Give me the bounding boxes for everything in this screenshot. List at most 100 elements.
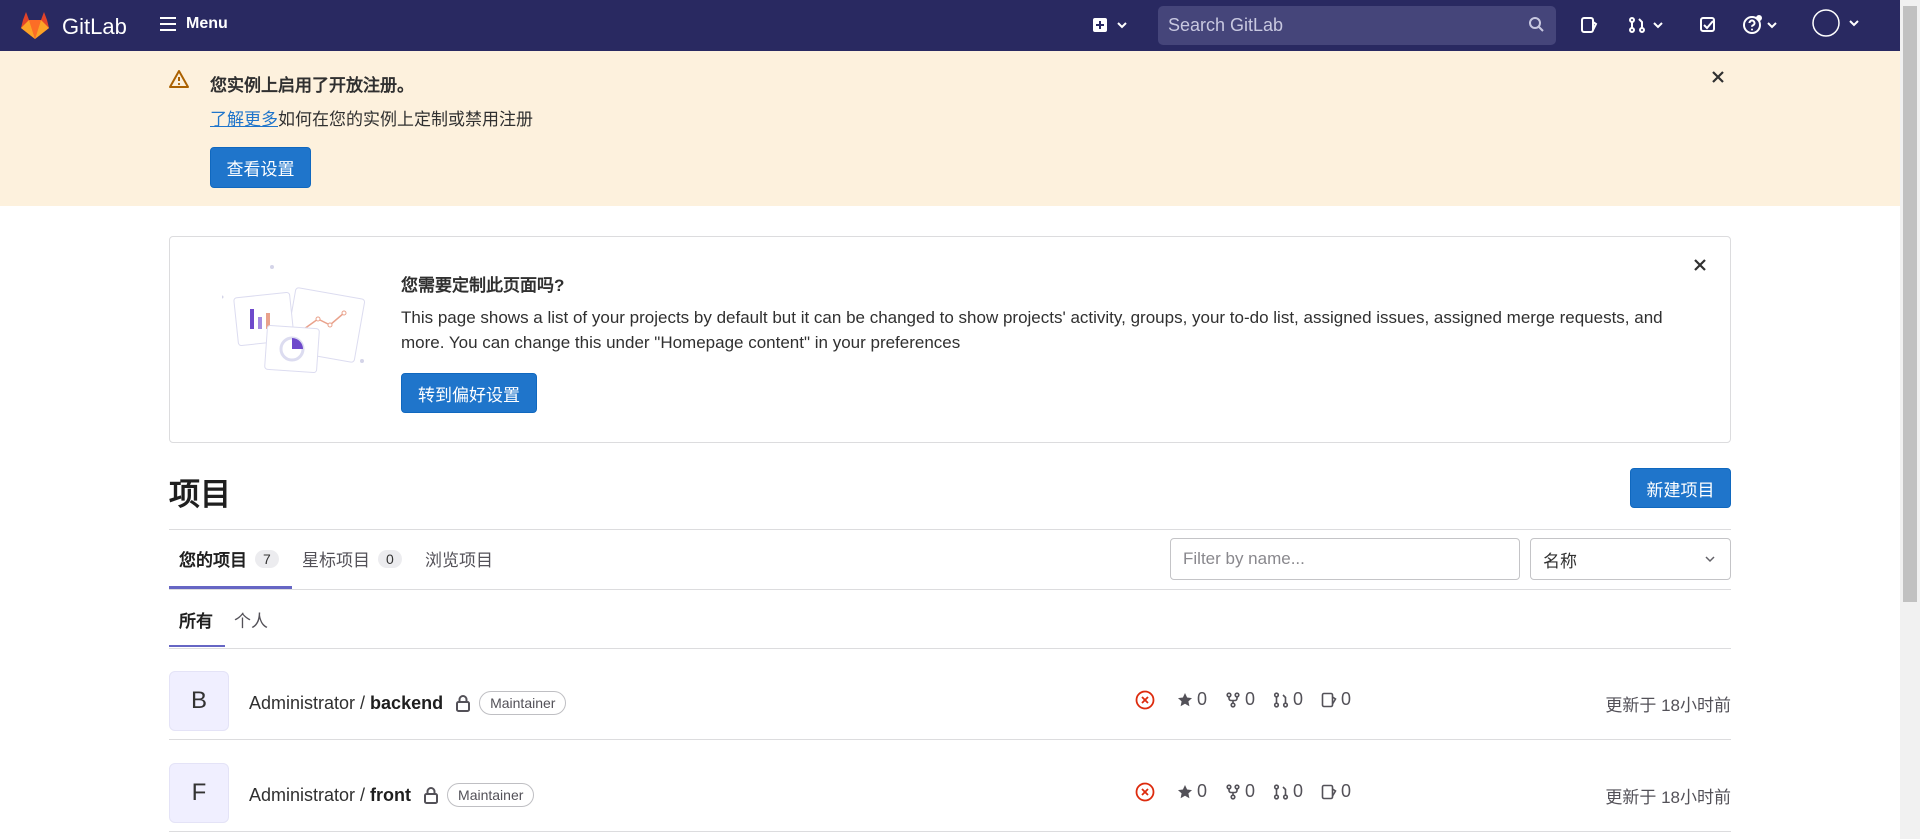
fork-icon xyxy=(1226,691,1240,708)
project-row[interactable]: F Administrator / front Maintainer 0 0 0… xyxy=(169,741,1731,832)
project-title: front xyxy=(370,784,412,805)
close-icon[interactable] xyxy=(1692,257,1708,273)
close-icon[interactable] xyxy=(1710,69,1726,85)
chevron-down-icon xyxy=(1117,22,1127,29)
plus-square-icon xyxy=(1093,18,1107,32)
card-text: This page shows a list of your projects … xyxy=(401,308,1663,352)
merge-request-icon xyxy=(1629,17,1645,33)
tab-label: 您的项目 xyxy=(179,551,247,570)
page-title: 项目 xyxy=(169,477,231,512)
project-namespace: Administrator / xyxy=(249,692,366,713)
forks-count[interactable]: 0 xyxy=(1225,781,1255,802)
lock-icon xyxy=(424,787,439,804)
open-registration-banner: 您实例上启用了开放注册。 了解更多如何在您的实例上定制或禁用注册 查看设置 xyxy=(0,51,1900,206)
new-item-dropdown[interactable] xyxy=(1092,14,1128,36)
banner-title: 您实例上启用了开放注册。 xyxy=(210,76,414,95)
search-box[interactable] xyxy=(1158,6,1556,45)
project-avatar[interactable]: F xyxy=(169,763,229,823)
avatar xyxy=(1812,9,1840,37)
merge-request-icon xyxy=(1273,783,1289,800)
merge-request-icon xyxy=(1273,691,1289,708)
issues-nav-button[interactable] xyxy=(1580,14,1598,36)
issues-icon xyxy=(1321,784,1337,799)
forks-value: 0 xyxy=(1245,689,1256,709)
role-badge: Maintainer xyxy=(479,691,567,715)
menu-button[interactable]: Menu xyxy=(160,15,228,33)
active-subtab-indicator xyxy=(169,645,225,647)
tab-starred-projects[interactable]: 星标项目 0 xyxy=(302,546,402,571)
updated-time: 更新于 18小时前 xyxy=(1605,696,1731,715)
gitlab-logo-icon[interactable] xyxy=(19,10,51,40)
brand-name[interactable]: GitLab xyxy=(62,14,127,40)
stars-value: 0 xyxy=(1197,781,1208,801)
project-name[interactable]: Administrator / backend Maintainer xyxy=(249,691,567,715)
hamburger-icon xyxy=(160,17,176,31)
tab-label: 星标项目 xyxy=(302,551,370,570)
chevron-down-icon xyxy=(1849,20,1859,27)
scrollbar-thumb[interactable] xyxy=(1903,6,1917,602)
project-namespace: Administrator / xyxy=(249,784,366,805)
subtab-personal[interactable]: 个人 xyxy=(234,607,268,632)
subtab-all[interactable]: 所有 xyxy=(179,607,213,632)
divider xyxy=(169,589,1731,590)
divider xyxy=(169,529,1731,530)
help-dropdown[interactable] xyxy=(1742,14,1778,36)
project-avatar[interactable]: B xyxy=(169,671,229,731)
issues-icon xyxy=(1321,692,1337,707)
stars-value: 0 xyxy=(1197,689,1208,709)
search-input[interactable] xyxy=(1168,15,1508,36)
stars-count[interactable]: 0 xyxy=(1177,689,1207,710)
tab-label: 浏览项目 xyxy=(425,551,493,570)
sort-dropdown[interactable]: 名称 xyxy=(1530,538,1731,580)
star-icon xyxy=(1178,784,1192,798)
tab-your-projects[interactable]: 您的项目 7 xyxy=(179,546,279,571)
merge-requests-count[interactable]: 0 xyxy=(1273,781,1303,802)
todos-nav-button[interactable] xyxy=(1699,14,1717,36)
project-title: backend xyxy=(370,692,444,713)
learn-more-link[interactable]: 了解更多 xyxy=(210,110,278,129)
count-badge: 0 xyxy=(378,549,402,568)
customize-homepage-card: 您需要定制此页面吗? This page shows a list of you… xyxy=(169,236,1731,443)
new-project-button[interactable]: 新建项目 xyxy=(1630,468,1731,508)
issues-value: 0 xyxy=(1341,781,1352,801)
top-navbar: GitLab Menu xyxy=(0,0,1900,51)
issues-count[interactable]: 0 xyxy=(1321,781,1351,802)
customize-homepage-illustration xyxy=(222,265,366,374)
tab-explore-projects[interactable]: 浏览项目 xyxy=(425,546,493,571)
view-settings-button[interactable]: 查看设置 xyxy=(210,147,311,188)
todo-icon xyxy=(1700,17,1715,32)
project-row[interactable]: B Administrator / backend Maintainer 0 0… xyxy=(169,649,1731,740)
go-to-preferences-button[interactable]: 转到偏好设置 xyxy=(401,373,537,413)
merge-requests-value: 0 xyxy=(1293,689,1304,709)
chevron-down-icon xyxy=(1653,22,1663,29)
sort-value: 名称 xyxy=(1543,551,1577,571)
project-name[interactable]: Administrator / front Maintainer xyxy=(249,783,535,807)
banner-text-rest: 如何在您的实例上定制或禁用注册 xyxy=(278,110,533,129)
star-icon xyxy=(1178,692,1192,706)
stars-count[interactable]: 0 xyxy=(1177,781,1207,802)
merge-requests-count[interactable]: 0 xyxy=(1273,689,1303,710)
card-title: 您需要定制此页面吗? xyxy=(401,276,565,295)
role-badge: Maintainer xyxy=(447,783,535,807)
issues-count[interactable]: 0 xyxy=(1321,689,1351,710)
chevron-down-icon xyxy=(1705,556,1715,563)
search-icon xyxy=(1529,17,1544,32)
banner-text: 了解更多如何在您的实例上定制或禁用注册 xyxy=(210,105,533,130)
project-stats: 0 0 0 0 xyxy=(1135,689,1369,710)
count-badge: 7 xyxy=(255,549,279,568)
chevron-down-icon xyxy=(1767,22,1777,29)
menu-label: Menu xyxy=(186,15,228,32)
user-menu-dropdown[interactable] xyxy=(1812,9,1860,37)
project-stats: 0 0 0 0 xyxy=(1135,781,1369,802)
help-icon xyxy=(1743,15,1762,34)
forks-count[interactable]: 0 xyxy=(1225,689,1255,710)
updated-time: 更新于 18小时前 xyxy=(1605,788,1731,807)
fork-icon xyxy=(1226,783,1240,800)
merge-requests-dropdown[interactable] xyxy=(1628,14,1664,36)
pipeline-status[interactable] xyxy=(1135,690,1155,710)
filter-by-name-input[interactable] xyxy=(1170,538,1520,580)
issues-icon xyxy=(1581,17,1598,33)
forks-value: 0 xyxy=(1245,781,1256,801)
pipeline-status[interactable] xyxy=(1135,782,1155,802)
pipeline-failed-icon xyxy=(1135,782,1155,801)
